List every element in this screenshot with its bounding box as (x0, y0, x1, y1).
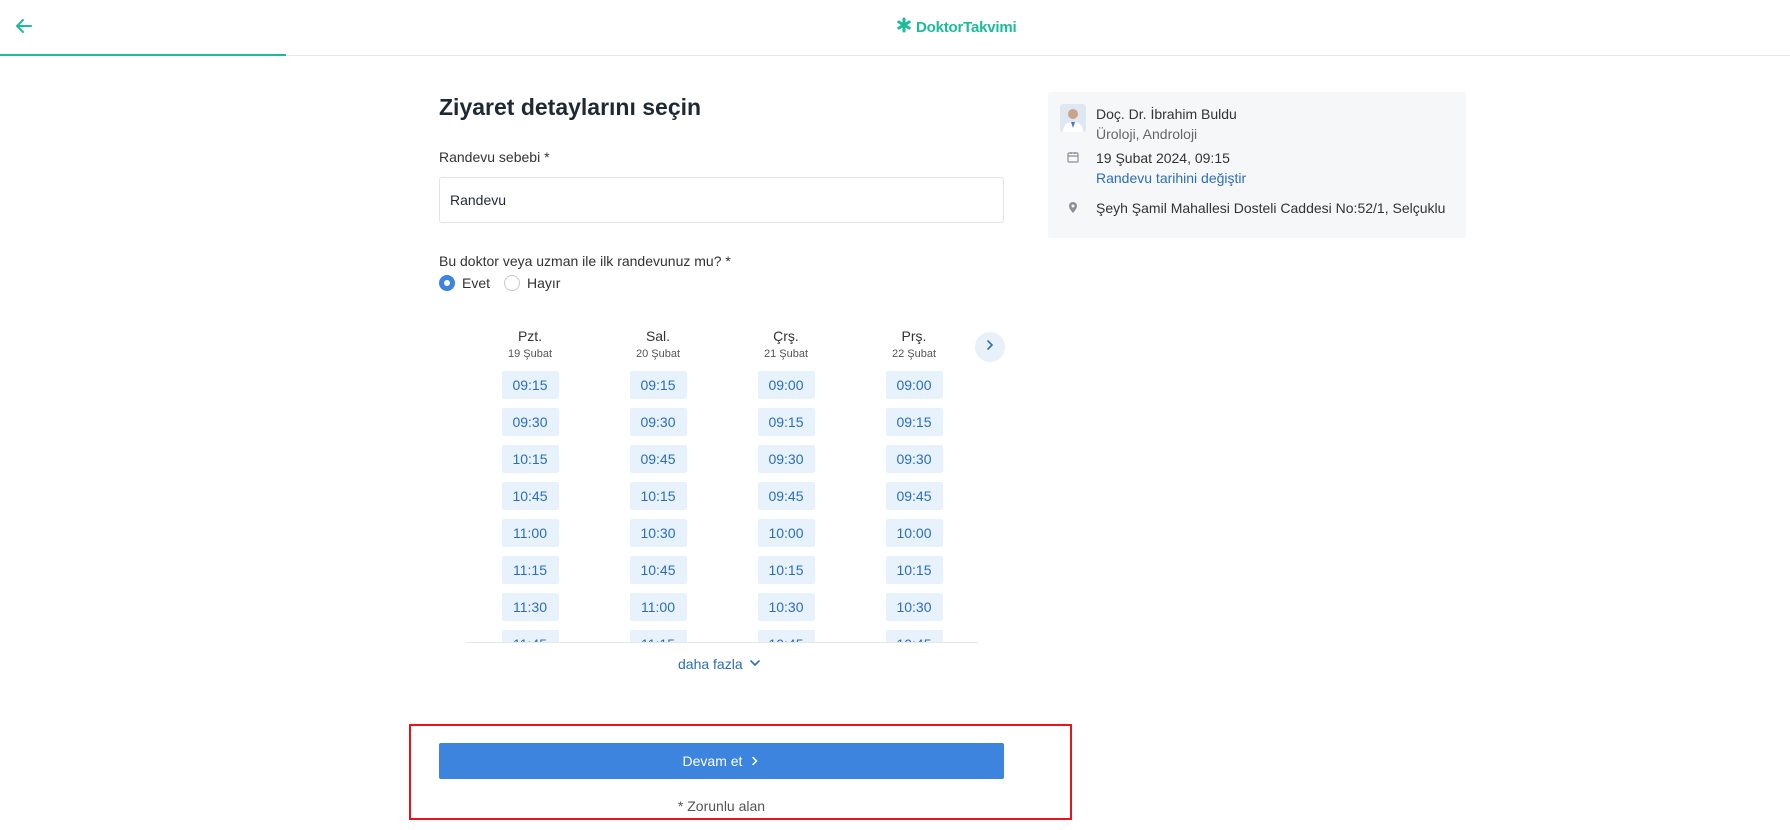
time-slot[interactable]: 09:30 (501, 408, 559, 436)
time-slot[interactable]: 09:15 (629, 371, 687, 399)
chevron-down-icon (749, 656, 761, 672)
time-slot[interactable]: 10:30 (757, 593, 815, 621)
time-slot[interactable]: 11:15 (629, 630, 687, 642)
time-slot[interactable]: 10:45 (885, 630, 943, 642)
time-slot[interactable]: 11:00 (629, 593, 687, 621)
time-slot[interactable]: 10:45 (757, 630, 815, 642)
address-row: Şeyh Şamil Mahallesi Dosteli Caddesi No:… (1060, 198, 1445, 218)
day-column: Sal. 20 Şubat 09:15 09:30 09:45 10:15 10:30 10:… (594, 327, 722, 642)
time-slot[interactable]: 11:15 (501, 556, 559, 584)
slot-calendar: Pzt. 19 Şubat 09:15 09:30 10:15 10:45 11:00 11:… (466, 327, 978, 643)
day-name: Sal. (645, 328, 671, 344)
time-slot[interactable]: 11:00 (501, 519, 559, 547)
logo[interactable]: DoktorTakvimi (896, 17, 1017, 38)
time-slot[interactable]: 10:30 (629, 519, 687, 547)
datetime-row: 19 Şubat 2024, 09:15 Randevu tarihini de… (1060, 148, 1246, 188)
time-slot[interactable]: 10:15 (885, 556, 943, 584)
time-slot[interactable]: 10:15 (501, 445, 559, 473)
radio-evet-label: Evet (462, 275, 491, 291)
reason-label: Randevu sebebi * (439, 149, 550, 165)
next-week-button[interactable] (975, 332, 1005, 362)
day-date: 22 Şubat (891, 348, 937, 360)
time-slot[interactable]: 09:30 (885, 445, 943, 473)
change-date-link[interactable]: Randevu tarihini değiştir (1096, 168, 1246, 188)
required-note: * Zorunlu alan (677, 798, 766, 814)
time-slot[interactable]: 09:45 (629, 445, 687, 473)
time-slot[interactable]: 10:30 (885, 593, 943, 621)
doctor-avatar (1060, 104, 1086, 132)
more-slots-label: daha fazla (678, 656, 743, 672)
time-slot[interactable]: 10:00 (757, 519, 815, 547)
time-slot[interactable]: 09:30 (629, 408, 687, 436)
radio-hayir[interactable]: Hayır (504, 275, 560, 291)
doctor-row: Doç. Dr. İbrahim Buldu Üroloji, Androloj… (1060, 104, 1237, 144)
day-date: 20 Şubat (635, 348, 681, 360)
chevron-right-icon (750, 753, 760, 769)
back-button[interactable] (10, 14, 38, 42)
progress-bar (0, 54, 287, 56)
time-slot[interactable]: 09:00 (885, 371, 943, 399)
doctor-name[interactable]: Doç. Dr. İbrahim Buldu (1096, 104, 1237, 124)
reason-input[interactable] (439, 177, 1004, 223)
day-column: Prş. 22 Şubat 09:00 09:15 09:30 09:45 10:00 10:… (850, 327, 978, 642)
time-slot[interactable]: 09:15 (757, 408, 815, 436)
appointment-datetime: 19 Şubat 2024, 09:15 (1096, 150, 1230, 166)
day-name: Çrş. (773, 328, 799, 344)
page-title: Ziyaret detaylarını seçin (439, 94, 702, 120)
day-date: 19 Şubat (507, 348, 553, 360)
time-slot[interactable]: 09:15 (501, 371, 559, 399)
time-slot[interactable]: 09:30 (757, 445, 815, 473)
time-slot[interactable]: 09:45 (757, 482, 815, 510)
appointment-summary-card: Doç. Dr. İbrahim Buldu Üroloji, Androloj… (1048, 92, 1466, 238)
first-visit-question: Bu doktor veya uzman ile ilk randevunuz … (439, 253, 731, 269)
time-slot[interactable]: 09:00 (757, 371, 815, 399)
time-slot[interactable]: 11:30 (501, 593, 559, 621)
time-slot[interactable]: 09:45 (885, 482, 943, 510)
calendar-divider (466, 642, 978, 643)
day-column: Çrş. 21 Şubat 09:00 09:15 09:30 09:45 10:00 10:… (722, 327, 850, 642)
time-slot[interactable]: 10:00 (885, 519, 943, 547)
logo-text: DoktorTakvimi (916, 19, 1017, 36)
day-date: 21 Şubat (763, 348, 809, 360)
time-slot[interactable]: 10:45 (629, 556, 687, 584)
radio-hayir-label: Hayır (527, 275, 561, 291)
time-slot[interactable]: 10:45 (501, 482, 559, 510)
arrow-left-icon (14, 16, 34, 41)
day-column: Pzt. 19 Şubat 09:15 09:30 10:15 10:45 11:00 11:… (466, 327, 594, 642)
day-name: Pzt. (517, 328, 543, 344)
top-bar: DoktorTakvimi (0, 0, 1790, 56)
continue-label: Devam et (682, 753, 743, 769)
location-pin-icon (1060, 198, 1086, 214)
more-slots-link[interactable]: daha fazla (678, 656, 761, 672)
continue-button[interactable]: Devam et (439, 743, 1004, 779)
time-slot[interactable]: 11:45 (501, 630, 559, 642)
first-visit-radio-group: Evet Hayır (439, 275, 1004, 291)
time-slot[interactable]: 10:15 (629, 482, 687, 510)
radio-checked-icon (439, 275, 455, 291)
clinic-address: Şeyh Şamil Mahallesi Dosteli Caddesi No:… (1096, 200, 1446, 216)
visit-details-form: Ziyaret detaylarını seçin Randevu sebebi… (439, 92, 1004, 291)
time-slot[interactable]: 10:15 (757, 556, 815, 584)
radio-unchecked-icon (504, 275, 521, 291)
day-name: Prş. (901, 328, 927, 344)
doctor-specialty: Üroloji, Androloji (1096, 126, 1198, 142)
time-slot[interactable]: 09:15 (885, 408, 943, 436)
calendar-icon (1060, 148, 1086, 163)
logo-icon (896, 17, 912, 38)
radio-evet[interactable]: Evet (439, 275, 490, 291)
chevron-right-icon (984, 338, 996, 356)
